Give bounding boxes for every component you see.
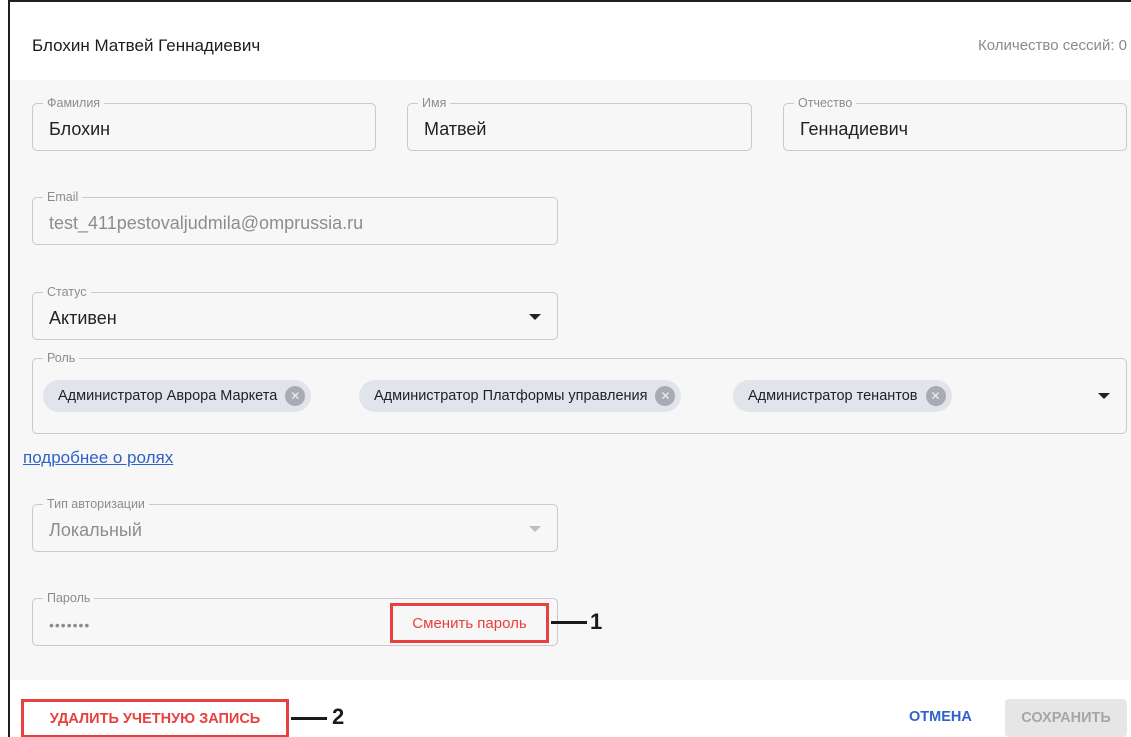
role-label: Роль [43, 350, 80, 366]
email-field: Email test_411pestovaljudmila@omprussia.… [32, 189, 558, 245]
role-chip[interactable]: Администратор Аврора Маркета ✕ [43, 380, 312, 412]
patronymic-label: Отчество [794, 95, 857, 111]
role-chip-label: Администратор Платформы управления [374, 388, 648, 404]
role-chip[interactable]: Администратор Платформы управления ✕ [359, 380, 682, 412]
email-value: test_411pestovaljudmila@omprussia.ru [49, 213, 364, 233]
first-name-label: Имя [418, 95, 451, 111]
status-label: Статус [43, 284, 91, 300]
annotation-line-2 [291, 717, 327, 720]
dialog-header: Блохин Матвей Геннадиевич Количество сес… [10, 2, 1131, 80]
close-circle-icon[interactable]: ✕ [285, 386, 306, 406]
role-select[interactable]: Роль Администратор Аврора Маркета ✕ Адми… [32, 350, 1127, 434]
caret-down-icon [529, 526, 541, 532]
first-name-value: Матвей [424, 119, 487, 139]
first-name-field[interactable]: Имя Матвей [407, 95, 752, 151]
cancel-button[interactable]: ОТМЕНА [909, 709, 972, 725]
role-chip[interactable]: Администратор тенантов ✕ [733, 380, 952, 412]
last-name-label: Фамилия [43, 95, 105, 111]
auth-type-label: Тип авторизации [43, 496, 149, 512]
sessions-count: Количество сессий: 0 [978, 37, 1127, 54]
change-password-label: Сменить пароль [412, 614, 527, 632]
dialog-body: Фамилия Блохин Имя Матвей Отчество Генна… [10, 80, 1131, 680]
save-label: СОХРАНИТЬ [1021, 710, 1111, 726]
caret-down-icon[interactable] [1098, 393, 1110, 399]
annotation-line-1 [551, 621, 587, 624]
status-value: Активен [49, 308, 117, 328]
role-chip-label: Администратор тенантов [748, 388, 918, 404]
save-button[interactable]: СОХРАНИТЬ [1005, 699, 1127, 737]
last-name-value: Блохин [49, 119, 111, 139]
caret-down-icon[interactable] [529, 314, 541, 320]
patronymic-value: Геннадиевич [800, 119, 909, 139]
roles-info-link[interactable]: подробнее о ролях [23, 448, 173, 468]
delete-account-button[interactable]: УДАЛИТЬ УЧЕТНУЮ ЗАПИСЬ [21, 699, 289, 737]
page-title: Блохин Матвей Геннадиевич [32, 36, 261, 55]
annotation-number-1: 1 [590, 609, 603, 634]
close-circle-icon[interactable]: ✕ [655, 386, 676, 406]
delete-account-label: УДАЛИТЬ УЧЕТНУЮ ЗАПИСЬ [49, 710, 261, 727]
close-circle-icon[interactable]: ✕ [925, 386, 946, 406]
status-select[interactable]: Статус Активен [32, 284, 558, 340]
last-name-field[interactable]: Фамилия Блохин [32, 95, 376, 151]
change-password-button[interactable]: Сменить пароль [390, 603, 549, 643]
auth-type-value: Локальный [49, 520, 142, 540]
password-value: ••••••• [49, 617, 91, 633]
patronymic-field[interactable]: Отчество Геннадиевич [783, 95, 1127, 151]
annotation-number-2: 2 [332, 704, 345, 729]
role-chip-label: Администратор Аврора Маркета [58, 388, 278, 404]
user-dialog: Блохин Матвей Геннадиевич Количество сес… [8, 0, 1131, 737]
password-label: Пароль [43, 590, 95, 606]
auth-type-select: Тип авторизации Локальный [32, 496, 558, 552]
email-label: Email [43, 189, 83, 205]
